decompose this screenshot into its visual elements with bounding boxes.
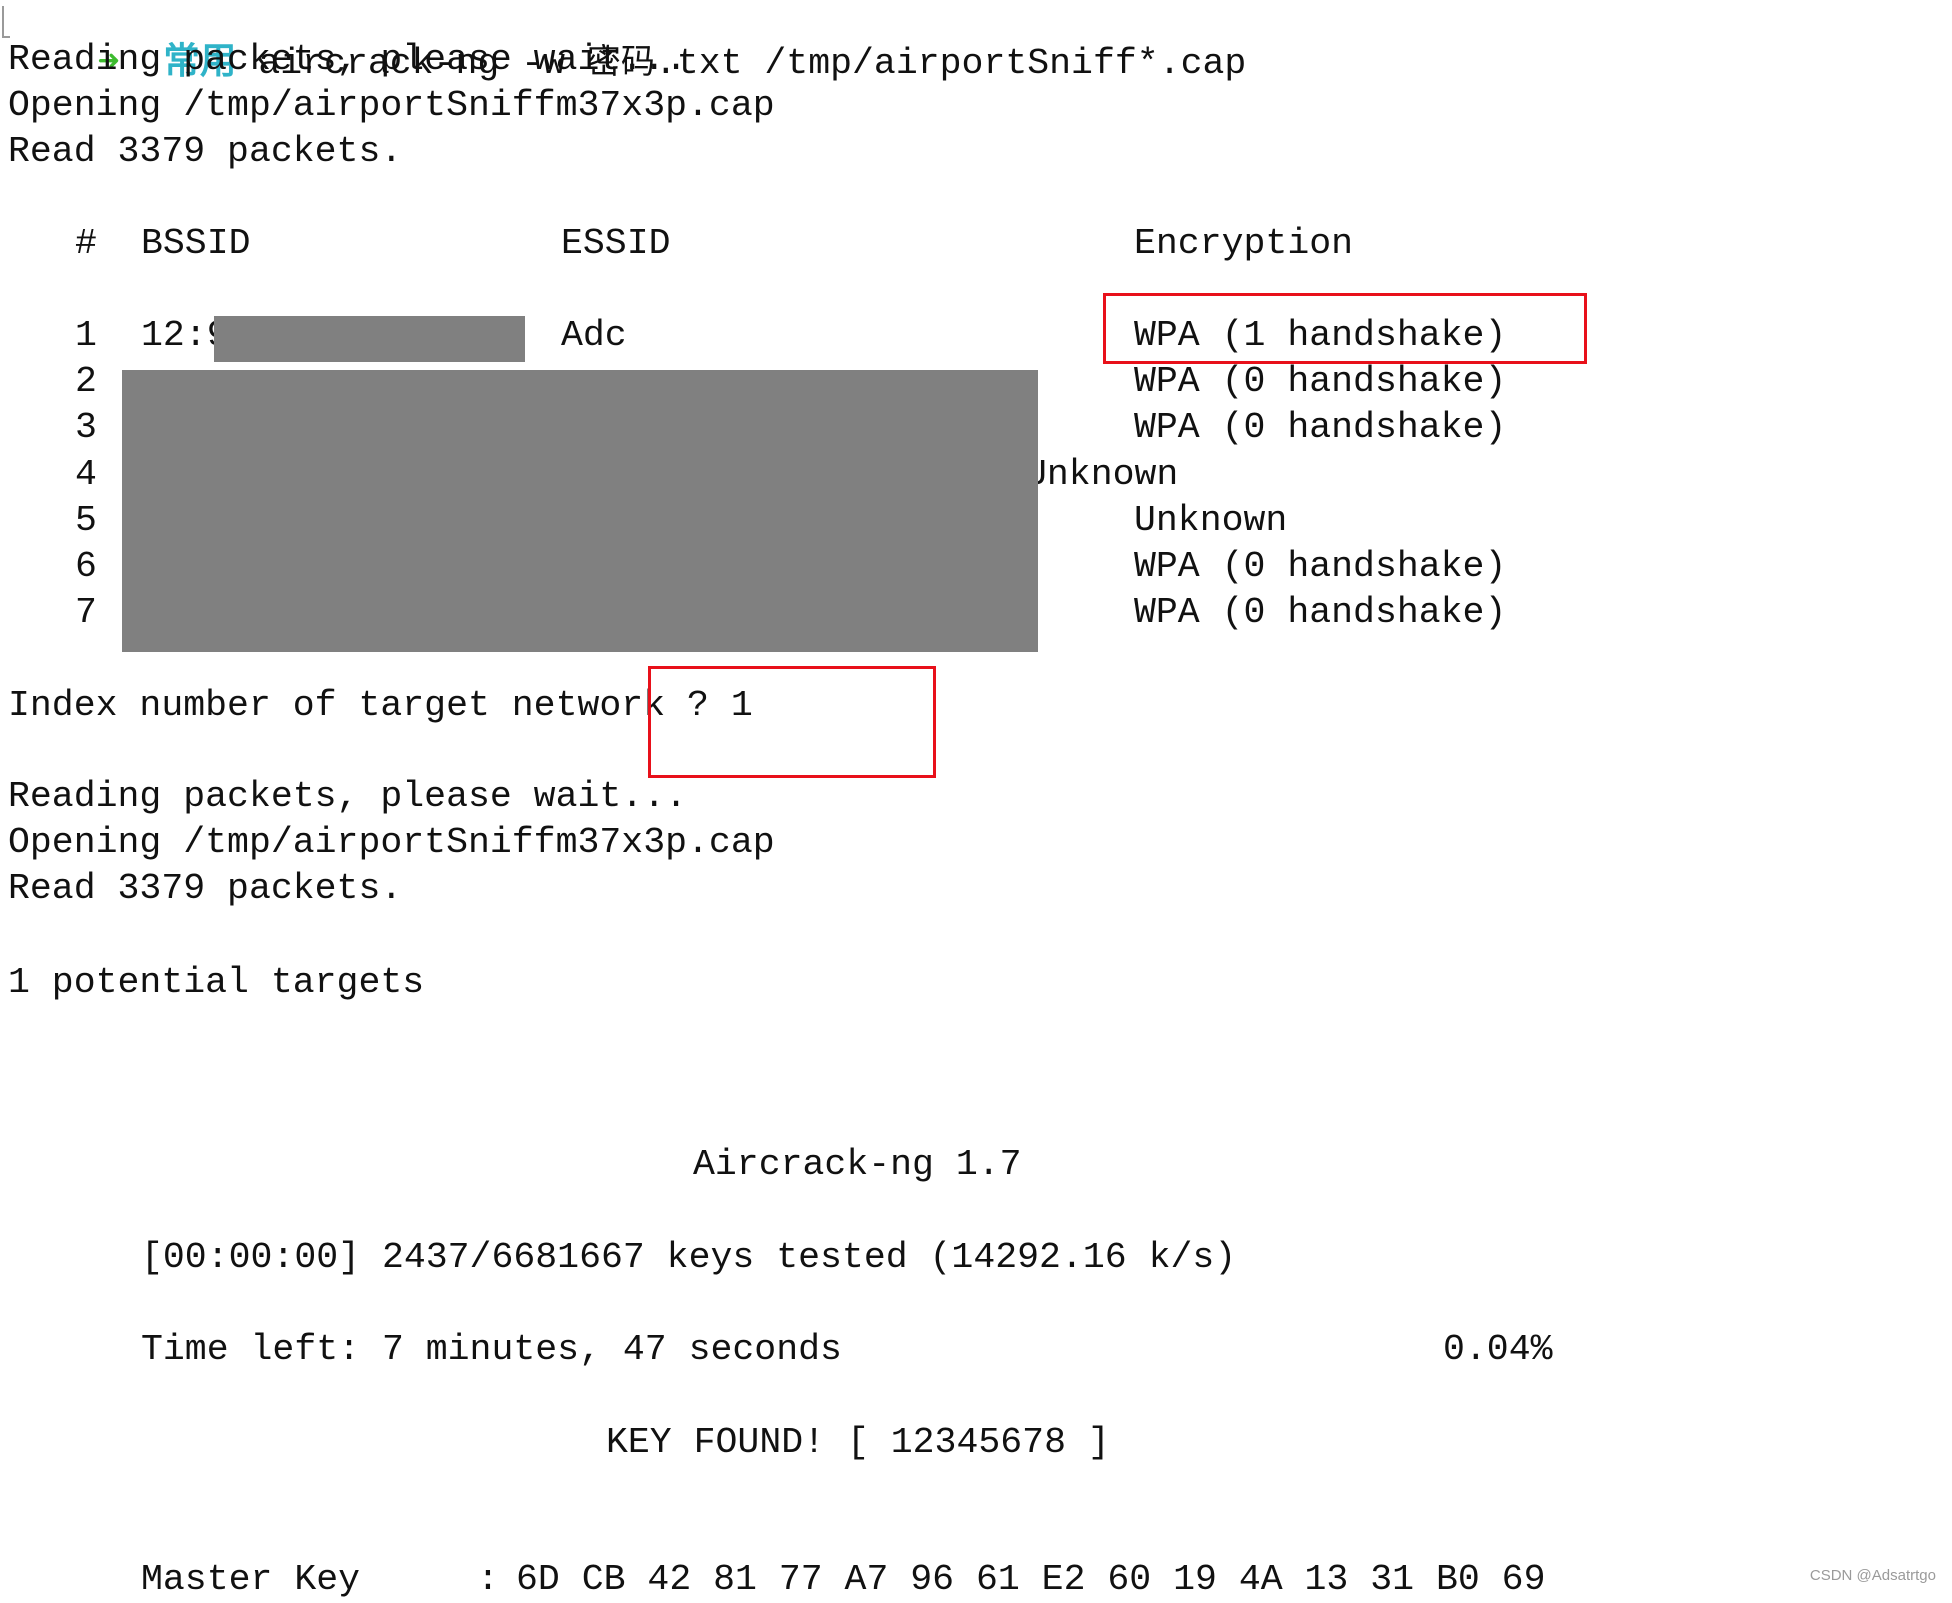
progress-percent: 0.04% bbox=[1443, 1329, 1553, 1370]
highlight-box-handshake bbox=[1103, 293, 1587, 364]
row-essid: Adc bbox=[561, 315, 627, 356]
row-index: 2 bbox=[75, 361, 97, 402]
row-encryption: Unknown bbox=[1134, 500, 1288, 541]
row-index: 6 bbox=[75, 546, 97, 587]
read-packets-line-2: Read 3379 packets. bbox=[8, 868, 403, 909]
master-key-separator: : bbox=[477, 1559, 499, 1600]
keys-tested-line: [00:00:00] 2437/6681667 keys tested (142… bbox=[141, 1237, 1237, 1278]
index-prompt-line[interactable]: Index number of target network ? 1 bbox=[8, 683, 753, 729]
header-bssid: BSSID bbox=[141, 223, 251, 264]
header-essid: ESSID bbox=[561, 223, 671, 264]
row-encryption: WPA (0 handshake) bbox=[1134, 546, 1507, 587]
opening-file-line-2: Opening /tmp/airportSniffm37x3p.cap bbox=[8, 822, 775, 863]
row-encryption: Unknown bbox=[1025, 454, 1179, 495]
reading-packets-line: Reading packets, please wait... bbox=[8, 39, 688, 80]
header-encryption: Encryption bbox=[1134, 223, 1354, 264]
row-index: 4 bbox=[75, 454, 97, 495]
row-index: 1 bbox=[75, 315, 97, 356]
key-found-line: KEY FOUND! [ 12345678 ] bbox=[606, 1422, 1110, 1463]
row-encryption: WPA (0 handshake) bbox=[1134, 592, 1507, 633]
row-index: 7 bbox=[75, 592, 97, 633]
opening-file-line: Opening /tmp/airportSniffm37x3p.cap bbox=[8, 85, 775, 126]
redaction-block-bssid bbox=[214, 316, 525, 362]
row-index: 5 bbox=[75, 500, 97, 541]
master-key-label: Master Key bbox=[141, 1559, 361, 1600]
header-index: # bbox=[75, 223, 97, 264]
row-index: 3 bbox=[75, 407, 97, 448]
highlight-box-index bbox=[648, 666, 936, 778]
master-key-value: 6D CB 42 81 77 A7 96 61 E2 60 19 4A 13 3… bbox=[516, 1559, 1546, 1600]
row-encryption: WPA (0 handshake) bbox=[1134, 361, 1507, 402]
redaction-block-table bbox=[122, 370, 1038, 652]
reading-packets-line-2: Reading packets, please wait... bbox=[8, 776, 688, 817]
line-marker bbox=[2, 6, 10, 38]
command-text-post: .txt /tmp/airportSniff*.cap bbox=[654, 43, 1247, 84]
potential-targets-line: 1 potential targets bbox=[8, 962, 425, 1003]
command-line: ➜ 常用 aircrack-ng -w 密码.txt /tmp/airportS… bbox=[10, 0, 1247, 84]
watermark: CSDN @Adsatrtgo bbox=[1809, 1567, 1936, 1584]
row-encryption: WPA (0 handshake) bbox=[1134, 407, 1507, 448]
aircrack-title: Aircrack-ng 1.7 bbox=[693, 1144, 1022, 1185]
time-left-line: Time left: 7 minutes, 47 seconds bbox=[141, 1329, 842, 1370]
read-packets-line: Read 3379 packets. bbox=[8, 131, 403, 172]
